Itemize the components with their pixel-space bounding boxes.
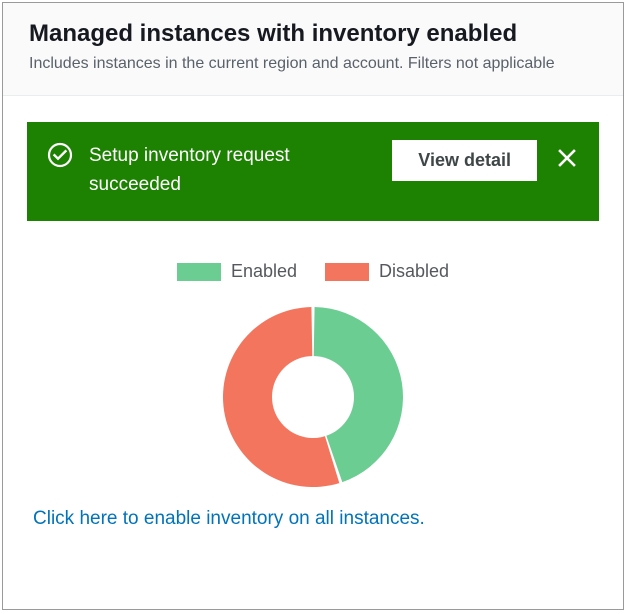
legend-swatch-disabled xyxy=(325,263,369,281)
inventory-panel: Managed instances with inventory enabled… xyxy=(2,2,624,610)
legend-item-enabled: Enabled xyxy=(177,261,297,282)
legend-label-enabled: Enabled xyxy=(231,261,297,282)
success-check-icon xyxy=(47,142,73,168)
panel-body: Setup inventory request succeeded View d… xyxy=(3,96,623,550)
panel-title: Managed instances with inventory enabled xyxy=(29,19,597,49)
alert-message: Setup inventory request succeeded xyxy=(89,140,376,199)
view-detail-button[interactable]: View detail xyxy=(392,140,537,181)
chart-area: Enabled Disabled xyxy=(27,261,599,490)
legend-item-disabled: Disabled xyxy=(325,261,449,282)
legend-label-disabled: Disabled xyxy=(379,261,449,282)
success-alert: Setup inventory request succeeded View d… xyxy=(27,122,599,221)
close-alert-button[interactable] xyxy=(553,144,581,172)
legend-swatch-enabled xyxy=(177,263,221,281)
chart-legend: Enabled Disabled xyxy=(27,261,599,282)
panel-subtitle: Includes instances in the current region… xyxy=(29,53,597,75)
close-icon xyxy=(557,148,577,168)
donut-chart xyxy=(220,304,406,490)
enable-inventory-link[interactable]: Click here to enable inventory on all in… xyxy=(27,508,599,530)
panel-header: Managed instances with inventory enabled… xyxy=(3,3,623,96)
